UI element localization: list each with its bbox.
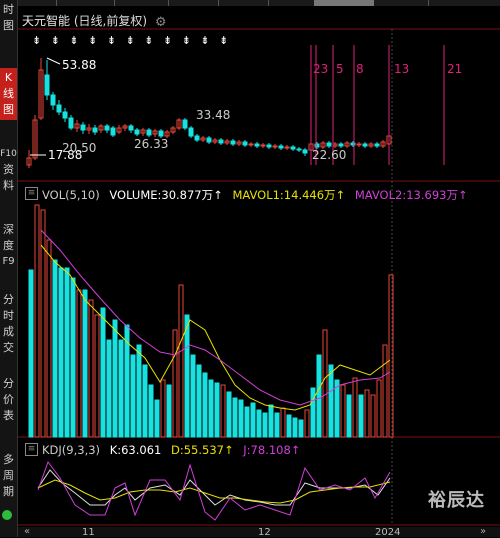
axis-label-2024: 2024 [375,527,401,538]
kdj-lines [37,460,391,521]
kdj-d-value: D:55.537 [171,443,224,457]
price-label-2633: 26.33 [134,137,169,151]
kdj-title: KDJ(9,3,3) [42,443,101,457]
day-mark-5: 5 [336,62,344,76]
scroll-left-icon[interactable]: « [24,526,30,537]
mavol1-value: MAVOL1:14.446万 [232,188,336,202]
kdj-k-value: K:63.061 [109,443,162,457]
scroll-right-icon[interactable]: » [480,526,486,537]
price-label-2260: 22.60 [312,148,347,162]
vol-value: VOLUME:30.877万 [109,188,214,202]
volume-bars [28,204,394,438]
mavol2-value: MAVOL2:13.693万 [354,188,458,202]
day-mark-13: 13 [394,62,410,76]
price-label-2050: 20.50 [62,141,97,155]
price-label-3348: 33.48 [196,108,231,122]
high-price-label: 53.88 [62,58,97,72]
day-mark-23: 23 [313,62,329,76]
axis-label-nov: 11 [82,527,95,538]
event-markers: ⇟ ⇟ ⇟ ⇟ ⇟ ⇟ ⇟ ⇟ ⇟ ⇟ ⇟ [32,34,232,47]
day-mark-21: 21 [447,62,463,76]
kdj-legend: KDJ(9,3,3) K:63.061 D:55.537↑ J:78.108↑ [42,443,301,457]
vol-settings-icon[interactable]: ≡ [25,187,38,200]
volume-legend: VOL(5,10) VOLUME:30.877万↑ MAVOL1:14.446万… [42,188,468,202]
axis-label-dec: 12 [258,527,271,538]
kdj-j-value: J:78.108 [243,443,291,457]
kdj-settings-icon[interactable]: ≡ [25,443,38,456]
day-mark-8: 8 [356,62,364,76]
watermark: 裕辰达 [428,490,485,511]
vol-title: VOL(5,10) [42,188,100,202]
